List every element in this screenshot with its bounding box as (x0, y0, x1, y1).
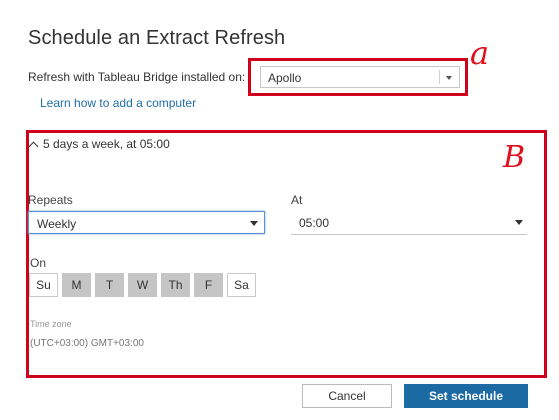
add-computer-link[interactable]: Learn how to add a computer (40, 96, 196, 110)
bridge-label: Refresh with Tableau Bridge installed on… (28, 70, 246, 84)
on-label: On (30, 256, 47, 270)
at-selected-value: 05:00 (299, 216, 330, 230)
day-toggle-th[interactable]: Th (161, 273, 190, 297)
repeats-selected-value: Weekly (37, 217, 77, 231)
timezone-label: Time zone (30, 319, 72, 329)
schedule-summary-text: 5 days a week, at 05:00 (43, 137, 170, 151)
repeats-label: Repeats (28, 193, 73, 207)
day-toggle-f[interactable]: F (194, 273, 223, 297)
schedule-summary-toggle[interactable]: 5 days a week, at 05:00 (28, 137, 170, 151)
annotation-mark-b: B (503, 140, 526, 175)
at-label: At (291, 193, 303, 207)
at-time-select[interactable]: 05:00 (291, 211, 527, 235)
day-toggle-sa[interactable]: Sa (227, 273, 256, 297)
day-toggle-m[interactable]: M (62, 273, 91, 297)
chevron-up-icon (28, 141, 39, 151)
day-toggle-t[interactable]: T (95, 273, 124, 297)
repeats-select[interactable]: Weekly (28, 211, 265, 234)
chevron-down-icon (515, 220, 523, 225)
set-schedule-button[interactable]: Set schedule (404, 384, 528, 408)
cancel-button[interactable]: Cancel (302, 384, 392, 408)
day-toggle-su[interactable]: Su (29, 273, 58, 297)
timezone-value: (UTC+03:00) GMT+03:00 (30, 338, 144, 349)
chevron-down-icon (250, 221, 258, 226)
annotation-mark-a: a (470, 34, 490, 72)
annotation-box-a (248, 58, 468, 96)
dialog-title: Schedule an Extract Refresh (28, 27, 286, 49)
day-toggle-w[interactable]: W (128, 273, 157, 297)
